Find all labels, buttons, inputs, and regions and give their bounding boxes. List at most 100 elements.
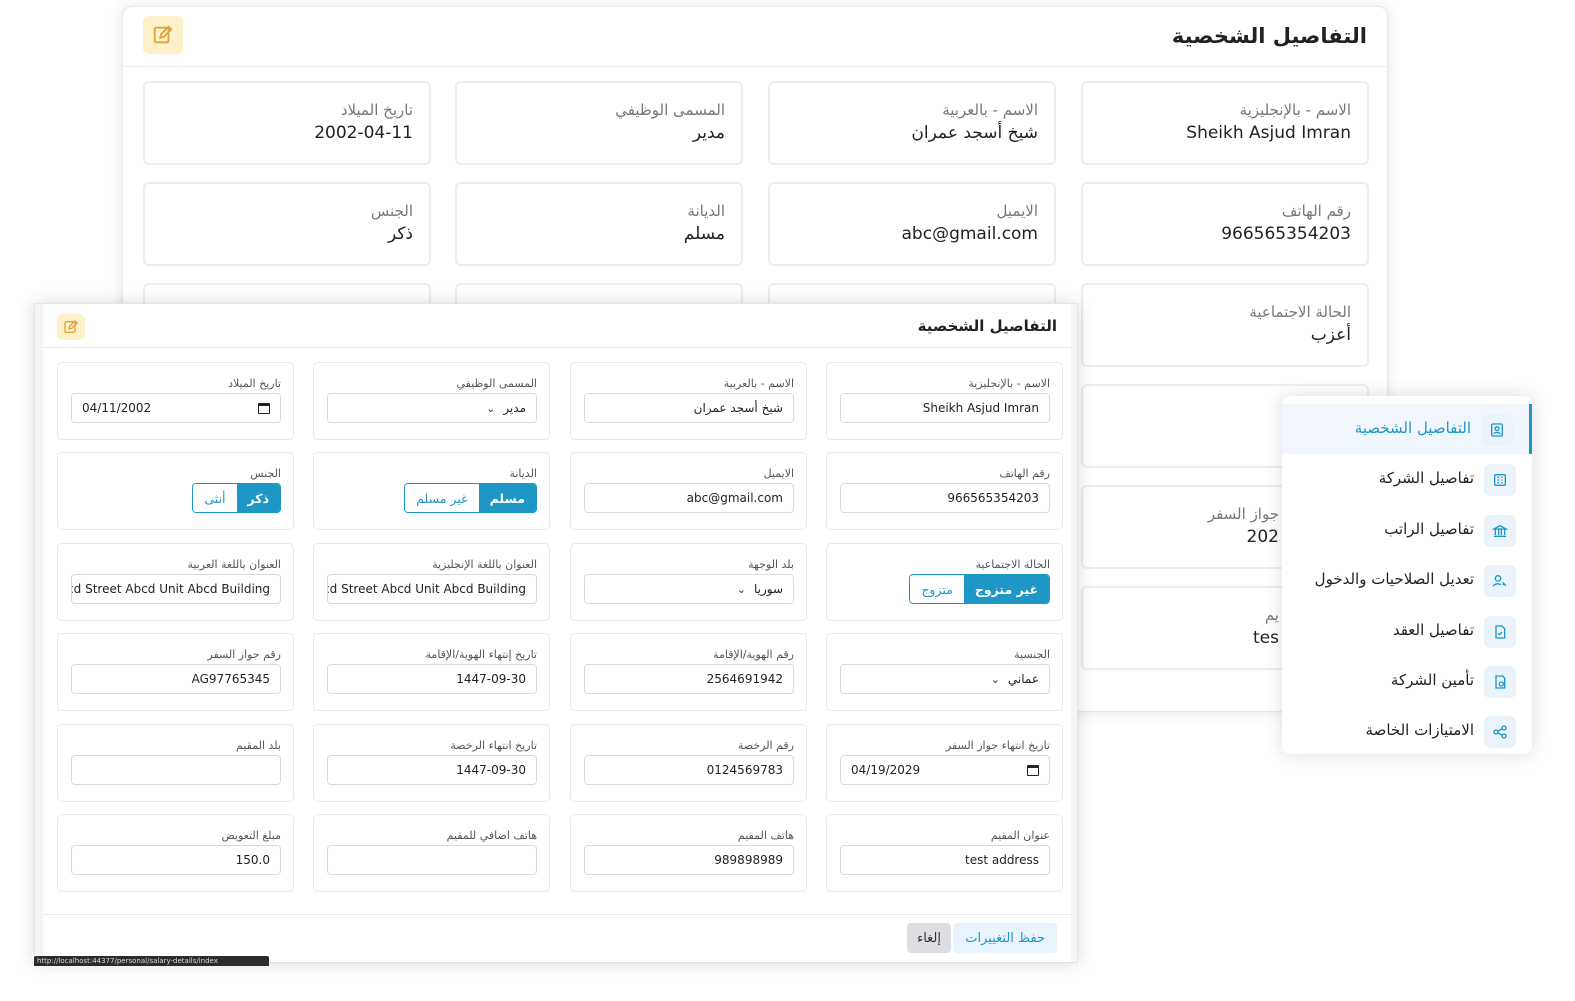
religion-option-non-muslim[interactable]: غير مسلم — [405, 484, 479, 512]
field-label: بلد الوجهة — [748, 558, 794, 571]
passport-expiry-field: تاريخ انتهاء جواز السفر 04/19/2029 — [826, 724, 1063, 802]
menu-item-permissions[interactable]: تعديل الصلاحيات والدخول — [1282, 555, 1532, 605]
calendar-icon[interactable] — [258, 402, 270, 414]
cancel-button[interactable]: إلغاء — [907, 923, 951, 953]
id-expiry-field: تاريخ إنتهاء الهوية/الإقامة 1447-09-30 — [313, 633, 550, 711]
field-label: الاسم - بالإنجليزية — [968, 377, 1050, 390]
view-panel-header: التفاصيل الشخصية — [123, 7, 1387, 67]
marital-card: الحالة الاجتماعية أعزب — [1081, 283, 1369, 367]
field-label: تاريخ انتهاء جواز السفر — [945, 739, 1050, 752]
gender-option-male[interactable]: ذكر — [236, 484, 280, 512]
birth-date-input[interactable]: 04/11/2002 — [71, 393, 281, 423]
field-label: هاتف اضافي للمقيم — [446, 829, 537, 842]
job-title-card: المسمى الوظيفي مدير — [455, 81, 743, 165]
user-key-icon — [1484, 565, 1516, 597]
calendar-icon[interactable] — [1027, 764, 1039, 776]
menu-item-personal-details[interactable]: التفاصيل الشخصية — [1282, 404, 1532, 454]
date-value: 04/19/2029 — [851, 763, 921, 777]
passport-expiry-input[interactable]: 04/19/2029 — [840, 755, 1050, 785]
field-label: رقم الهاتف — [1281, 202, 1351, 220]
email-input[interactable]: abc@gmail.com — [584, 483, 794, 513]
address-en-input[interactable]: Abcd Street Abcd Unit Abcd Building — [327, 574, 537, 604]
menu-item-company-details[interactable]: تفاصيل الشركة — [1282, 454, 1532, 504]
field-label: جواز السفر — [1207, 505, 1279, 523]
field-label: بلد المقيم — [236, 739, 281, 752]
field-label: تاريخ إنتهاء الهوية/الإقامة — [425, 648, 537, 661]
id-number-input[interactable]: 2564691942 — [584, 664, 794, 694]
field-label: تاريخ انتهاء الرخصة — [450, 739, 537, 752]
field-label: المسمى الوظيفي — [615, 101, 725, 119]
menu-item-label: تفاصيل العقد — [1392, 621, 1474, 639]
license-number-field: رقم الرخصة 0124569783 — [570, 724, 807, 802]
nationality-select[interactable]: عماني ⌄ — [840, 664, 1050, 694]
religion-toggle: مسلم غير مسلم — [404, 483, 537, 513]
field-label: تاريخ الميلاد — [340, 101, 413, 119]
name-en-card: الاسم - بالإنجليزية Sheikh Asjud Imran — [1081, 81, 1369, 165]
menu-item-company-insurance[interactable]: تأمين الشركة — [1282, 656, 1532, 706]
name-en-input[interactable]: Sheikh Asjud Imran — [840, 393, 1050, 423]
gender-card: الجنس ذكر — [143, 182, 431, 266]
religion-field: الديانة مسلم غير مسلم — [313, 452, 550, 530]
religion-card: الديانة مسلم — [455, 182, 743, 266]
job-title-select[interactable]: مدير ⌄ — [327, 393, 537, 423]
marital-toggle: غير متزوج متزوج — [909, 574, 1050, 604]
field-label: رقم جواز السفر — [207, 648, 281, 661]
field-value: أعزب — [1310, 325, 1351, 345]
edit-button[interactable] — [57, 314, 85, 340]
address-ar-input[interactable]: Abcd Street Abcd Unit Abcd Building — [71, 574, 281, 604]
destination-field: بلد الوجهة سوريا ⌄ — [570, 543, 807, 621]
menu-item-salary-details[interactable]: تفاصيل الراتب — [1282, 505, 1532, 555]
field-label: رقم الرخصة — [737, 739, 794, 752]
menu-item-special-benefits[interactable]: الامتيازات الخاصة — [1282, 706, 1532, 756]
menu-item-label: تعديل الصلاحيات والدخول — [1314, 570, 1474, 588]
license-expiry-input[interactable]: 1447-09-30 — [327, 755, 537, 785]
resident-phone-input[interactable]: 989898989 — [584, 845, 794, 875]
resident-address-input[interactable]: test address — [840, 845, 1050, 875]
passport-number-field: رقم جواز السفر AG97765345 — [57, 633, 294, 711]
edit-button[interactable] — [143, 16, 183, 54]
resident-extra-phone-input[interactable] — [327, 845, 537, 875]
email-card: الايميل abc@gmail.com — [768, 182, 1056, 266]
name-ar-field: الاسم - بالعربية شيخ أسجد عمران — [570, 362, 807, 440]
save-changes-button[interactable]: حفظ التغييرات — [953, 923, 1057, 953]
chevron-down-icon: ⌄ — [486, 401, 496, 415]
job-title-field: المسمى الوظيفي مدير ⌄ — [313, 362, 550, 440]
field-value: شيخ أسجد عمران — [911, 123, 1038, 143]
field-label: الجنس — [370, 202, 413, 220]
name-ar-card: الاسم - بالعربية شيخ أسجد عمران — [768, 81, 1056, 165]
resident-country-input[interactable] — [71, 755, 281, 785]
insurance-icon — [1484, 666, 1516, 698]
menu-item-label: تفاصيل الشركة — [1378, 469, 1474, 487]
resident-phone-field: هاتف المقيم 989898989 — [570, 814, 807, 892]
browser-status-url: http://localhost:44377/personal/salary-d… — [34, 956, 269, 966]
marital-option-single[interactable]: غير متزوج — [963, 575, 1049, 603]
field-label: الاسم - بالعربية — [723, 377, 794, 390]
address-ar-field: العنوان باللغة العربية Abcd Street Abcd … — [57, 543, 294, 621]
field-label: الديانة — [687, 202, 725, 220]
phone-card: رقم الهاتف 966565354203 — [1081, 182, 1369, 266]
gender-toggle: ذكر أنثى — [192, 483, 281, 513]
gender-option-female[interactable]: أنثى — [193, 484, 237, 512]
license-number-input[interactable]: 0124569783 — [584, 755, 794, 785]
nationality-field: الجنسية عماني ⌄ — [826, 633, 1063, 711]
field-value: tes — [1253, 628, 1279, 648]
marital-option-married[interactable]: متزوج — [910, 575, 964, 603]
menu-item-contract-details[interactable]: تفاصيل العقد — [1282, 606, 1532, 656]
bank-icon — [1484, 515, 1516, 547]
religion-option-muslim[interactable]: مسلم — [478, 484, 536, 512]
menu-item-label: تأمين الشركة — [1390, 671, 1474, 689]
name-ar-input[interactable]: شيخ أسجد عمران — [584, 393, 794, 423]
id-expiry-input[interactable]: 1447-09-30 — [327, 664, 537, 694]
compensation-input[interactable]: 150.0 — [71, 845, 281, 875]
modal-right-strip — [1071, 304, 1077, 962]
passport-number-input[interactable]: AG97765345 — [71, 664, 281, 694]
field-value: مدير — [692, 123, 725, 143]
destination-select[interactable]: سوريا ⌄ — [584, 574, 794, 604]
field-label: الحالة الاجتماعية — [975, 558, 1050, 571]
marital-field: الحالة الاجتماعية غير متزوج متزوج — [826, 543, 1063, 621]
birth-date-field: تاريخ الميلاد 04/11/2002 — [57, 362, 294, 440]
edit-icon — [153, 25, 173, 44]
phone-input[interactable]: 966565354203 — [840, 483, 1050, 513]
field-value: abc@gmail.com — [901, 224, 1038, 244]
field-label: الجنسية — [1014, 648, 1050, 661]
